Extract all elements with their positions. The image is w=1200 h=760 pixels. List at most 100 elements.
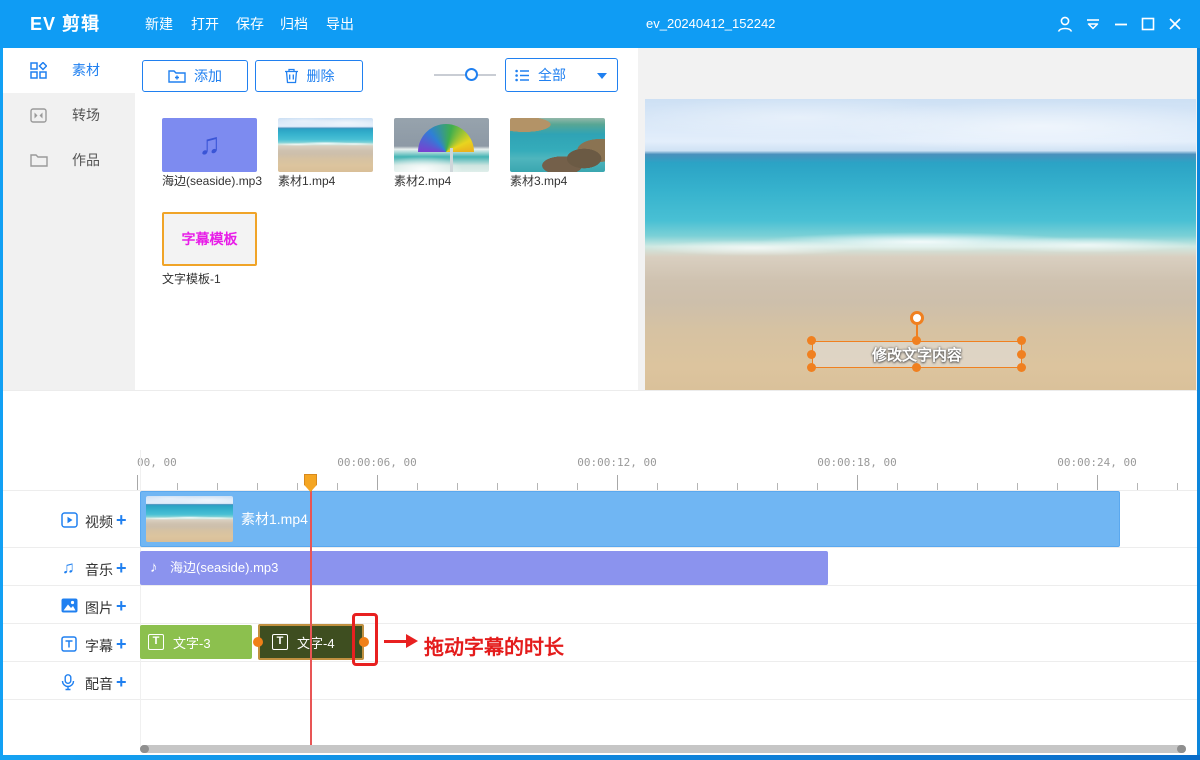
sidebar-item-label: 转场 xyxy=(72,93,100,138)
clip-video[interactable]: 素材1.mp4 xyxy=(140,491,1120,547)
thumbnail-size-slider-knob[interactable] xyxy=(465,68,478,81)
left-sidebar: 素材 转场 作品 xyxy=(0,48,135,390)
menu-export[interactable]: 导出 xyxy=(326,0,354,48)
sidebar-item-label: 素材 xyxy=(72,48,100,93)
umbrella-graphic xyxy=(418,124,474,152)
sidebar-item-works[interactable]: 作品 xyxy=(0,138,135,183)
playhead-line[interactable] xyxy=(310,490,312,746)
menu-open[interactable]: 打开 xyxy=(191,0,219,48)
menu-archive[interactable]: 归档 xyxy=(280,0,308,48)
annotation-text: 拖动字幕的时长 xyxy=(424,631,564,660)
clip-thumbnail xyxy=(146,496,233,542)
ruler-label: 00:00:12, 00 xyxy=(577,456,656,469)
window-border-left xyxy=(0,48,3,760)
text-clip-icon: T xyxy=(272,634,288,650)
project-title: ev_20240412_152242 xyxy=(646,0,775,48)
clip-name: 海边(seaside).mp3 xyxy=(170,551,278,585)
ruler-ticks[interactable] xyxy=(0,474,1200,490)
picture-track-icon xyxy=(61,598,78,613)
add-voiceover-button[interactable]: + xyxy=(116,672,127,693)
app-logo: EV 剪辑 xyxy=(30,0,100,48)
annotation-arrow xyxy=(384,640,408,643)
sidebar-item-label: 作品 xyxy=(72,138,100,183)
filter-value: 全部 xyxy=(538,65,566,85)
ruler-label: 00:00:18, 00 xyxy=(817,456,896,469)
resize-handle-bottom-center[interactable] xyxy=(912,363,921,372)
add-material-label: 添加 xyxy=(194,66,222,86)
ruler-label: 00:00:06, 00 xyxy=(337,456,416,469)
menu-save[interactable]: 保存 xyxy=(236,0,264,48)
clip-text-3[interactable]: T 文字-3 xyxy=(140,625,252,659)
clip-trim-handle-left[interactable] xyxy=(253,637,263,647)
resize-handle-top-center[interactable] xyxy=(912,336,921,345)
subtitle-track-icon xyxy=(61,636,77,652)
window-border-bottom xyxy=(0,755,1200,760)
clip-music[interactable]: ♪ 海边(seaside).mp3 xyxy=(140,551,828,585)
minimize-button[interactable] xyxy=(1110,14,1132,34)
track-label: 视频 xyxy=(85,512,113,532)
add-video-button[interactable]: + xyxy=(116,510,127,531)
template-tile-text: 字幕模板 xyxy=(182,229,238,249)
material-label: 素材2.mp4 xyxy=(394,172,451,189)
rotation-handle[interactable] xyxy=(910,311,924,325)
upper-panel: 素材 转场 作品 添加 xyxy=(0,48,1200,390)
video-canvas[interactable]: 修改文字内容 xyxy=(645,99,1196,403)
music-note-icon: ♪ xyxy=(150,551,158,585)
list-icon xyxy=(515,69,530,82)
filter-dropdown[interactable]: 全部 xyxy=(505,58,618,92)
timeline-panel: 00, 00 00:00:06, 00 00:00:12, 00 00:00:1… xyxy=(0,450,1200,760)
resize-handle-bottom-left[interactable] xyxy=(807,363,816,372)
material-video2-tile[interactable] xyxy=(394,118,489,172)
ruler-label: 00:00:24, 00 xyxy=(1057,456,1136,469)
delete-material-label: 删除 xyxy=(307,66,335,86)
video-track-icon xyxy=(61,512,78,528)
user-icon[interactable] xyxy=(1054,14,1076,34)
track-label: 配音 xyxy=(85,674,113,694)
voiceover-track-icon xyxy=(61,674,75,691)
annotation-highlight-rect xyxy=(352,613,378,666)
scrollbar-left-cap xyxy=(140,745,149,753)
scrollbar-right-cap xyxy=(1177,745,1186,753)
resize-handle-top-left[interactable] xyxy=(807,336,816,345)
material-label: 海边(seaside).mp3 xyxy=(162,172,262,189)
app-window: EV 剪辑 新建 打开 保存 归档 导出 ev_20240412_152242 xyxy=(0,0,1200,760)
maximize-button[interactable] xyxy=(1137,14,1159,34)
track-label: 字幕 xyxy=(85,636,113,656)
add-folder-icon xyxy=(168,68,186,84)
track-label: 图片 xyxy=(85,598,113,618)
material-audio-tile[interactable]: ♫ xyxy=(162,118,257,172)
material-template-tile[interactable]: 字幕模板 xyxy=(162,212,257,266)
dropdown-menu-icon[interactable] xyxy=(1082,14,1104,34)
close-button[interactable] xyxy=(1164,14,1186,34)
material-video1-tile[interactable] xyxy=(278,118,373,172)
umbrella-pole xyxy=(450,148,453,172)
sidebar-item-transitions[interactable]: 转场 xyxy=(0,93,135,138)
add-picture-button[interactable]: + xyxy=(116,596,127,617)
material-video3-tile[interactable] xyxy=(510,118,605,172)
horizontal-scrollbar[interactable] xyxy=(140,745,1186,753)
ruler-label: 00, 00 xyxy=(137,456,177,469)
track-label: 音乐 xyxy=(85,560,113,580)
materials-panel: 添加 删除 全部 ♫ 海边(seaside).mp3 xyxy=(135,48,638,390)
resize-handle-bottom-right[interactable] xyxy=(1017,363,1026,372)
folder-icon xyxy=(30,152,48,168)
add-material-button[interactable]: 添加 xyxy=(142,60,248,92)
material-label: 素材1.mp4 xyxy=(278,172,335,189)
resize-handle-top-right[interactable] xyxy=(1017,336,1026,345)
resize-handle-mid-left[interactable] xyxy=(807,350,816,359)
preview-panel: 修改文字内容 00:00:04/00:00:24 xyxy=(645,99,1196,438)
music-note-icon: ♫ xyxy=(198,130,221,160)
resize-handle-mid-right[interactable] xyxy=(1017,350,1026,359)
annotation-arrow-head xyxy=(406,634,418,648)
menu-new[interactable]: 新建 xyxy=(145,0,173,48)
sidebar-item-materials[interactable]: 素材 xyxy=(0,48,135,93)
add-subtitle-button[interactable]: + xyxy=(116,634,127,655)
clip-name: 文字-4 xyxy=(297,633,335,652)
trash-icon xyxy=(284,68,299,84)
title-bar: EV 剪辑 新建 打开 保存 归档 导出 ev_20240412_152242 xyxy=(0,0,1200,48)
delete-material-button[interactable]: 删除 xyxy=(255,60,363,92)
clip-name: 素材1.mp4 xyxy=(241,492,308,546)
add-music-button[interactable]: + xyxy=(116,558,127,579)
grid-icon xyxy=(30,62,47,79)
transition-icon xyxy=(30,107,47,124)
